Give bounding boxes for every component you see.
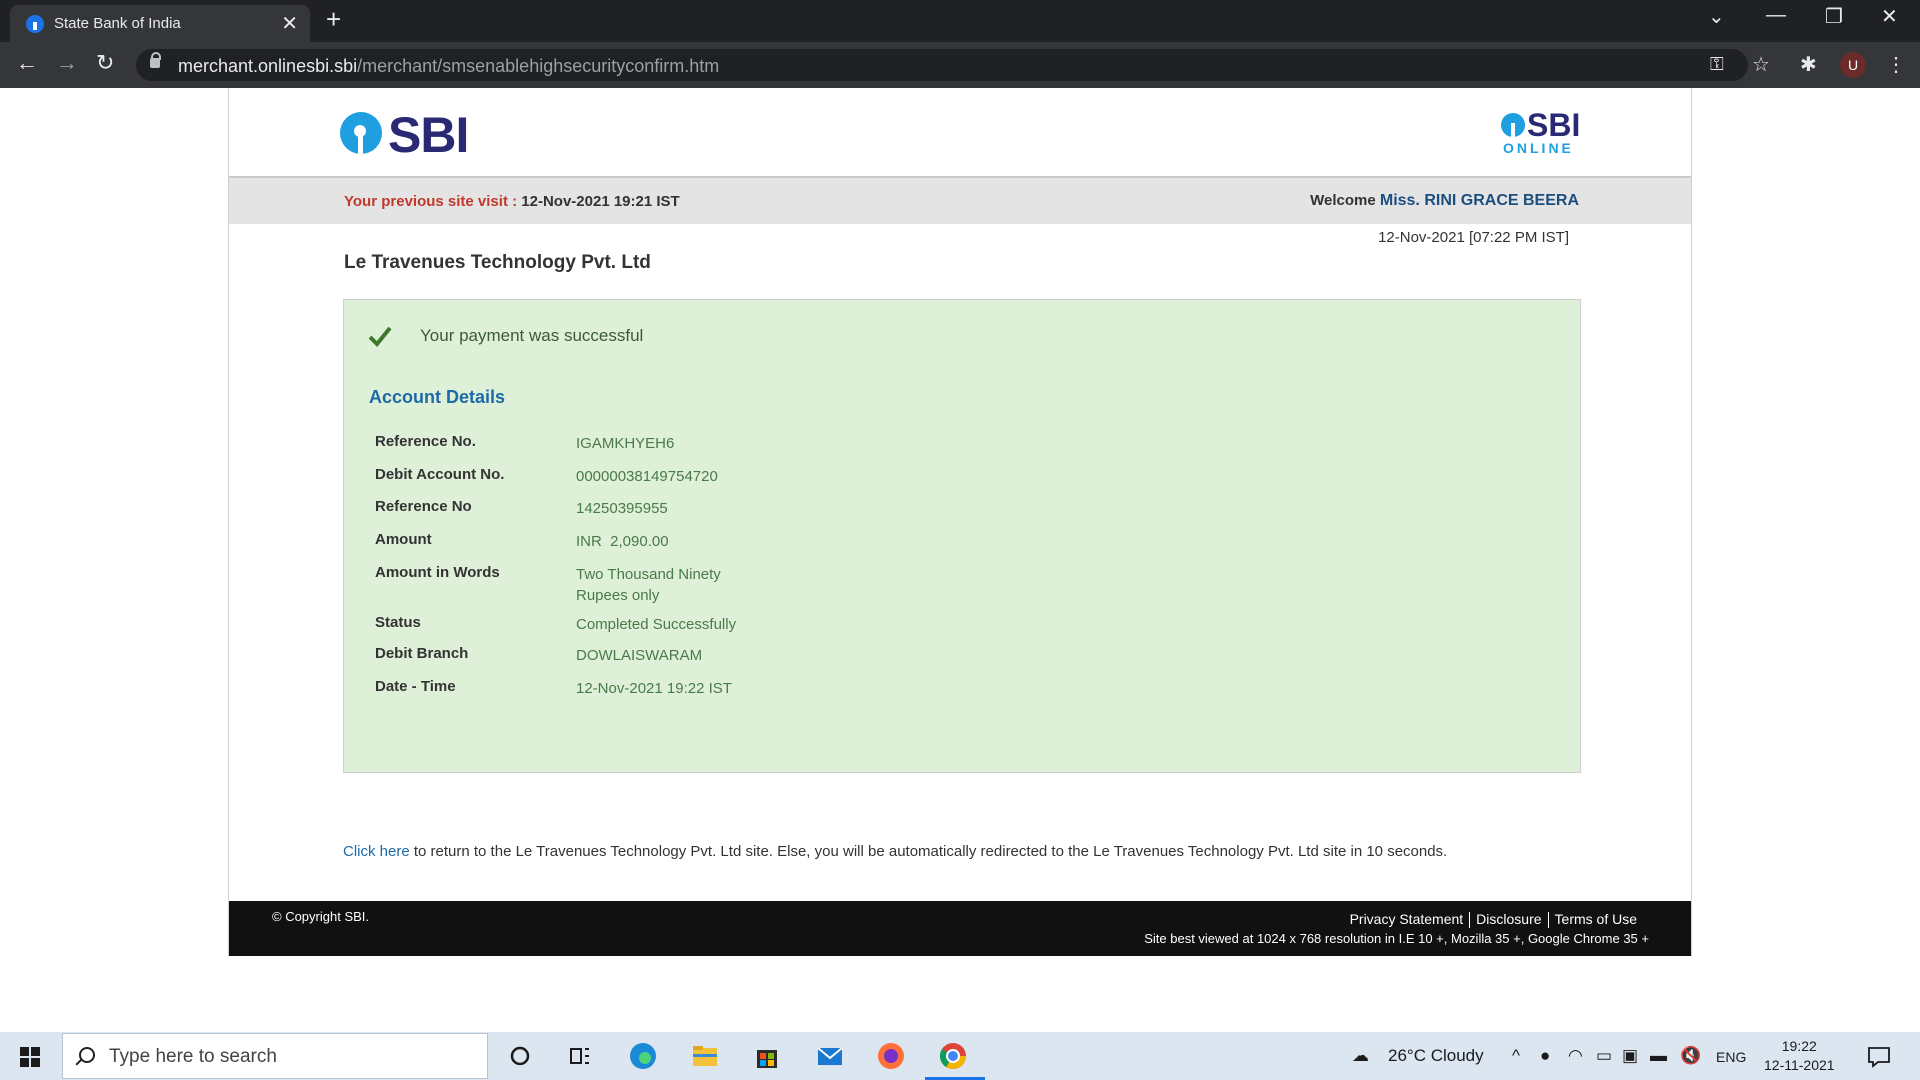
footer-divider — [1469, 912, 1471, 929]
detail-label: Reference No — [375, 498, 472, 515]
new-tab-icon[interactable]: + — [326, 4, 341, 35]
chrome-icon[interactable] — [938, 1041, 968, 1071]
detail-value: INR 2,090.00 — [576, 533, 669, 550]
browser-titlebar: State Bank of India ✕ + ⌄ — ❐ ✕ — [0, 0, 1920, 42]
payment-success-panel: Your payment was successful Account Deta… — [343, 299, 1581, 773]
detail-label: Date - Time — [375, 678, 456, 695]
address-bar[interactable]: merchant.onlinesbi.sbi/merchant/smsenabl… — [136, 49, 1748, 81]
weather-icon[interactable]: ☁ — [1352, 1046, 1369, 1066]
page-container: SBI SBI ONLINE Your previous site visit … — [228, 88, 1692, 956]
tab-close-icon[interactable]: ✕ — [281, 11, 298, 36]
tab-title: State Bank of India — [54, 15, 181, 32]
mail-icon[interactable] — [815, 1041, 845, 1071]
cortana-icon[interactable] — [505, 1041, 535, 1071]
browser-tab[interactable]: State Bank of India ✕ — [10, 5, 310, 42]
clock-time: 19:22 — [1781, 1038, 1817, 1054]
profile-avatar[interactable]: U — [1840, 52, 1866, 78]
browser-toolbar: ← → ↻ merchant.onlinesbi.sbi/merchant/sm… — [0, 42, 1920, 88]
restore-icon[interactable]: ❐ — [1825, 4, 1843, 29]
click-here-link[interactable]: Click here — [343, 843, 410, 860]
weather-text[interactable]: 26°C Cloudy — [1388, 1046, 1484, 1066]
sbi-favicon-icon — [26, 15, 44, 33]
detail-label: Amount — [375, 531, 432, 548]
close-window-icon[interactable]: ✕ — [1881, 4, 1898, 29]
forward-icon[interactable]: → — [56, 50, 78, 76]
sbi-online-text: SBI — [1527, 107, 1581, 143]
reload-icon[interactable]: ↻ — [96, 50, 114, 76]
chevron-up-icon[interactable]: ^ — [1512, 1046, 1520, 1066]
sbi-online-subtext: ONLINE — [1503, 140, 1574, 156]
store-icon[interactable] — [752, 1041, 782, 1071]
footer-divider — [1547, 912, 1549, 929]
action-center-icon[interactable] — [1864, 1041, 1894, 1071]
best-view-note: Site best viewed at 1024 x 768 resolutio… — [1144, 931, 1649, 946]
search-placeholder: Type here to search — [109, 1046, 277, 1067]
copyright-text: © Copyright SBI. — [272, 909, 370, 924]
battery-icon[interactable]: ▬ — [1650, 1046, 1667, 1066]
welcome-message: Welcome Miss. RINI GRACE BEERA — [1310, 192, 1579, 209]
sbi-logo-icon — [340, 112, 382, 154]
firefox-icon[interactable] — [876, 1041, 906, 1071]
detail-label: Debit Account No. — [375, 466, 505, 483]
checkmark-icon — [368, 326, 392, 347]
footer: © Copyright SBI. Privacy Statement Disclo… — [229, 901, 1691, 956]
extensions-icon[interactable]: ✱ — [1800, 52, 1817, 77]
detail-value: 12-Nov-2021 19:22 IST — [576, 680, 732, 697]
wifi-icon[interactable]: ◠ — [1568, 1046, 1583, 1066]
key-icon[interactable]: ⚿ — [1710, 54, 1724, 75]
file-explorer-icon[interactable] — [690, 1041, 720, 1071]
disclosure-link[interactable]: Disclosure — [1472, 911, 1545, 927]
minimize-icon[interactable]: — — [1766, 4, 1786, 27]
bookmark-star-icon[interactable]: ☆ — [1752, 52, 1770, 77]
edge-icon[interactable] — [628, 1041, 658, 1071]
tab-search-icon[interactable]: ⌄ — [1708, 4, 1725, 29]
detail-label: Debit Branch — [375, 645, 469, 662]
detail-label: Status — [375, 614, 421, 631]
privacy-statement-link[interactable]: Privacy Statement — [1346, 911, 1468, 927]
volume-muted-icon[interactable]: 🔇 — [1680, 1046, 1701, 1066]
current-datetime: 12-Nov-2021 [07:22 PM IST] — [1378, 229, 1569, 246]
language-indicator[interactable]: ENG — [1716, 1049, 1746, 1065]
detail-label: Reference No. — [375, 433, 476, 450]
antivirus-icon[interactable]: ● — [1540, 1046, 1550, 1066]
lock-icon[interactable] — [150, 52, 161, 68]
detail-value: IGAMKHYEH6 — [576, 435, 675, 452]
footer-links: Privacy Statement Disclosure Terms of Use — [1346, 911, 1641, 929]
taskbar-search-box[interactable]: Type here to search — [62, 1033, 488, 1079]
sbi-online-icon — [1501, 113, 1525, 137]
sbi-online-logo: SBI ONLINE — [1501, 107, 1581, 160]
usb-icon[interactable]: ▭ — [1596, 1046, 1612, 1066]
detail-value: Two Thousand Ninety Rupees only — [576, 566, 721, 604]
search-icon — [79, 1047, 95, 1063]
terms-of-use-link[interactable]: Terms of Use — [1551, 911, 1641, 927]
redirect-text: to return to the Le Travenues Technology… — [409, 843, 1448, 860]
detail-value: DOWLAISWARAM — [576, 647, 703, 664]
notification-app-icon[interactable]: ▣ — [1622, 1046, 1638, 1066]
detail-value: Completed Successfully — [576, 616, 737, 633]
url-text[interactable]: merchant.onlinesbi.sbi/merchant/smsenabl… — [178, 56, 719, 77]
windows-taskbar: Type here to search ☁ 26°C Cloudy ^ ● ◠ … — [0, 1032, 1920, 1080]
system-clock[interactable]: 19:22 12-11-2021 — [1764, 1037, 1835, 1075]
previous-visit: Your previous site visit : 12-Nov-2021 1… — [344, 193, 680, 210]
detail-value: 14250395955 — [576, 500, 668, 517]
menu-icon[interactable]: ⋮ — [1886, 52, 1906, 77]
detail-label: Amount in Words — [375, 564, 500, 581]
windows-start-icon[interactable] — [20, 1047, 40, 1067]
detail-value: 00000038149754720 — [576, 468, 718, 485]
task-view-icon[interactable] — [565, 1041, 595, 1071]
account-details-title: Account Details — [369, 387, 506, 407]
session-info-bar: Your previous site visit : 12-Nov-2021 1… — [229, 178, 1691, 224]
success-message: Your payment was successful — [420, 326, 644, 345]
clock-date: 12-11-2021 — [1764, 1057, 1835, 1073]
sbi-logo-text: SBI — [388, 107, 469, 163]
back-icon[interactable]: ← — [16, 50, 38, 76]
redirect-notice: Click here to return to the Le Travenues… — [343, 843, 1447, 860]
merchant-name: Le Travenues Technology Pvt. Ltd — [344, 252, 651, 273]
